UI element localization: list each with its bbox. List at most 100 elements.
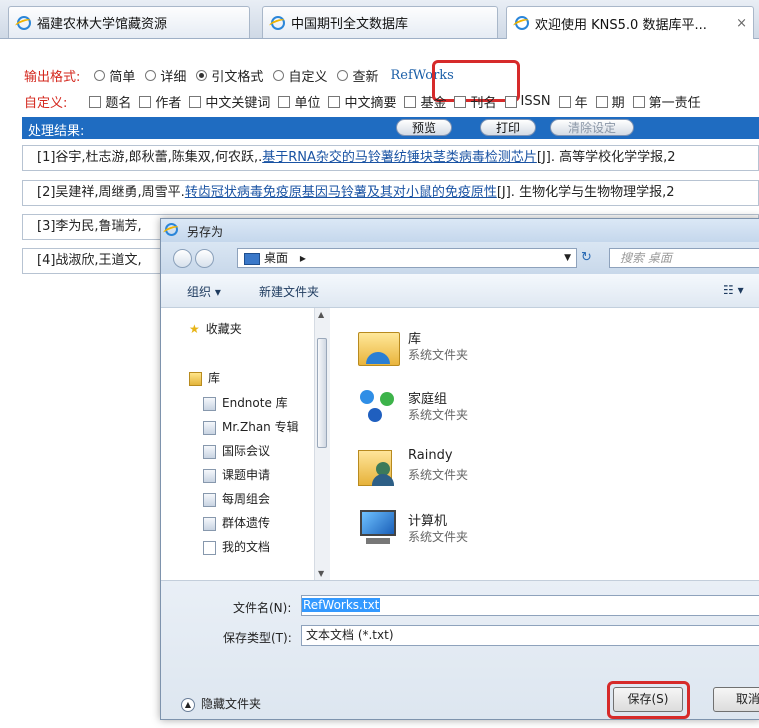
- nav-favorites[interactable]: ★ 收藏夹: [189, 320, 242, 337]
- hide-folders-toggle[interactable]: ▲ 隐藏文件夹: [181, 695, 261, 712]
- checkbox[interactable]: [454, 95, 467, 108]
- result-title-link[interactable]: 基于RNA杂交的马铃薯纺锤块茎类病毒检测芯片: [262, 150, 537, 165]
- nav-item-mrzhan[interactable]: Mr.Zhan 专辑: [203, 418, 299, 435]
- file-type: 系统文件夹: [408, 348, 469, 362]
- tab-kns-platform[interactable]: 欢迎使用 KNS5.0 数据库平... ×: [506, 6, 754, 39]
- hide-folders-label: 隐藏文件夹: [201, 697, 262, 711]
- homegroup-icon: [356, 384, 400, 428]
- output-format-label: 输出格式:: [24, 70, 81, 85]
- dialog-footer: 文件名(N): RefWorks.txt 保存类型(T): 文本文档 (*.tx…: [161, 580, 759, 719]
- address-text: 桌面: [264, 251, 289, 265]
- radio-citation-format[interactable]: [196, 70, 208, 81]
- nav-label: 库: [208, 371, 221, 385]
- option-label: 详细: [160, 70, 187, 85]
- tab-journal-database[interactable]: 中国期刊全文数据库: [262, 6, 498, 38]
- preview-button[interactable]: 预览: [396, 119, 452, 136]
- checkbox[interactable]: [328, 95, 341, 108]
- library-icon: [189, 371, 202, 386]
- field-label: 刊名: [470, 96, 497, 111]
- chevron-down-icon[interactable]: ▼: [564, 249, 571, 267]
- back-button[interactable]: [173, 249, 192, 268]
- dialog-toolbar: 组织 ▾ 新建文件夹 ☷ ▾: [161, 274, 759, 308]
- checkbox[interactable]: [632, 95, 645, 108]
- scroll-up-icon[interactable]: ▲: [318, 310, 324, 319]
- checkbox[interactable]: [89, 95, 102, 108]
- checkbox[interactable]: [189, 95, 202, 108]
- checkbox[interactable]: [595, 95, 608, 108]
- dialog-title: 另存为: [187, 225, 224, 239]
- address-bar-row: 桌面 ▸ ▼ ↻ 搜索 桌面: [161, 242, 759, 274]
- forward-button[interactable]: [195, 249, 214, 268]
- checkbox[interactable]: [278, 95, 291, 108]
- new-folder-button[interactable]: 新建文件夹: [259, 283, 319, 300]
- option-label: 引文格式: [211, 70, 264, 85]
- nav-item-grant[interactable]: 课题申请: [203, 466, 270, 483]
- nav-item-population-genetics[interactable]: 群体遗传: [203, 514, 270, 531]
- scroll-thumb[interactable]: [317, 338, 327, 448]
- checkbox[interactable]: [404, 95, 417, 108]
- ie-icon: [271, 15, 285, 30]
- file-name: Raindy: [408, 448, 453, 463]
- library-icon: [203, 420, 216, 435]
- checkbox[interactable]: [558, 95, 571, 108]
- tab-label: 中国期刊全文数据库: [291, 17, 409, 32]
- nav-item-my-documents[interactable]: 我的文档: [203, 538, 270, 555]
- cancel-button[interactable]: 取消: [713, 687, 759, 712]
- star-icon: ★: [189, 322, 200, 336]
- nav-label: 收藏夹: [205, 322, 242, 336]
- checkbox[interactable]: [139, 95, 152, 108]
- scroll-down-icon[interactable]: ▼: [318, 569, 324, 578]
- result-prefix: [4]战淑欣,王道文,: [37, 253, 142, 268]
- ie-icon: [165, 223, 178, 236]
- save-as-dialog: 另存为 桌面 ▸ ▼ ↻ 搜索 桌面 组织 ▾ 新建文件夹 ☷ ▾ ★ 收藏夹 库…: [160, 218, 759, 720]
- radio-simple[interactable]: [94, 70, 106, 81]
- radio-detailed[interactable]: [145, 70, 157, 81]
- nav-label: 课题申请: [222, 468, 271, 482]
- nav-item-endnote[interactable]: Endnote 库: [203, 394, 288, 411]
- nav-scrollbar[interactable]: ▲ ▼: [314, 308, 330, 580]
- nav-label: 我的文档: [222, 540, 271, 554]
- field-label: 作者: [155, 96, 182, 111]
- organize-menu[interactable]: 组织 ▾: [187, 283, 221, 300]
- field-label: ISSN: [520, 94, 551, 109]
- library-icon: [203, 468, 216, 483]
- option-label: 自定义: [288, 70, 328, 85]
- search-input[interactable]: 搜索 桌面: [609, 248, 759, 268]
- library-icon: [203, 492, 216, 507]
- close-icon[interactable]: ×: [736, 16, 747, 31]
- nav-label: 群体遗传: [222, 516, 271, 530]
- filetype-label: 保存类型(T):: [223, 631, 292, 645]
- checkbox[interactable]: [504, 95, 517, 108]
- nav-item-weekly-meeting[interactable]: 每周组会: [203, 490, 270, 507]
- refresh-icon[interactable]: ↻: [581, 250, 592, 265]
- filetype-select[interactable]: 文本文档 (*.txt): [301, 625, 759, 646]
- save-highlight-box: [607, 681, 690, 719]
- library-icon: [203, 516, 216, 531]
- nav-label: Mr.Zhan 专辑: [222, 420, 299, 434]
- file-name: 库: [408, 332, 422, 347]
- tab-library-resources[interactable]: 福建农林大学馆藏资源: [8, 6, 250, 38]
- print-button[interactable]: 打印: [480, 119, 536, 136]
- filename-input[interactable]: RefWorks.txt: [301, 595, 759, 616]
- radio-custom[interactable]: [273, 70, 285, 81]
- radio-novelty[interactable]: [337, 70, 349, 81]
- chevron-right-icon: ▸: [299, 251, 306, 265]
- result-title-link[interactable]: 转齿冠状病毒免疫原基因马铃薯及其对小鼠的免疫原性: [185, 185, 497, 200]
- file-type: 系统文件夹: [408, 468, 469, 482]
- result-suffix: [J]. 高等学校化学学报,2: [536, 150, 676, 165]
- library-icon: [203, 396, 216, 411]
- nav-label: 每周组会: [222, 492, 271, 506]
- view-options-icon[interactable]: ☷ ▾: [723, 283, 744, 297]
- file-name: 计算机: [408, 514, 448, 529]
- field-label: 中文关键词: [205, 96, 271, 111]
- clear-settings-button[interactable]: 清除设定: [550, 119, 634, 136]
- user-folder-icon: [356, 444, 400, 488]
- nav-libraries[interactable]: 库: [189, 369, 220, 386]
- result-prefix: [3]李为民,鲁瑞芳,: [37, 219, 142, 234]
- option-label: 简单: [109, 70, 136, 85]
- field-label: 第一责任: [648, 96, 701, 111]
- result-item: [1]谷宇,杜志游,郎秋蕾,陈集双,何农跃,.基于RNA杂交的马铃薯纺锤块茎类病…: [22, 145, 759, 171]
- address-box[interactable]: 桌面 ▸ ▼: [237, 248, 577, 268]
- nav-item-conference[interactable]: 国际会议: [203, 442, 270, 459]
- field-label: 期: [611, 96, 625, 111]
